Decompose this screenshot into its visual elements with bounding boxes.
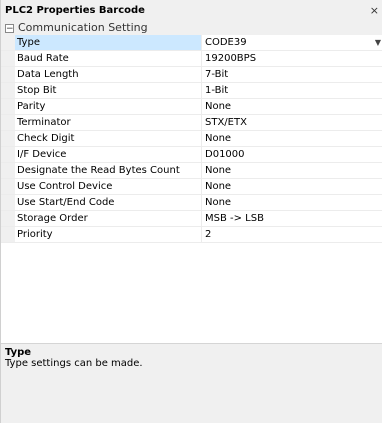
property-name: Check Digit [15,131,202,146]
property-grid: − Communication Setting Type CODE39 ▼ Ba… [1,21,382,343]
property-name: Storage Order [15,211,202,226]
property-value[interactable]: 19200BPS [202,51,382,66]
property-name: Terminator [15,115,202,130]
property-value[interactable]: None [202,131,382,146]
category-communication-setting[interactable]: − Communication Setting [1,21,382,35]
property-row-check-digit[interactable]: Check Digit None [1,131,382,147]
property-value[interactable]: STX/ETX [202,115,382,130]
property-value[interactable]: 7-Bit [202,67,382,82]
property-row-type[interactable]: Type CODE39 ▼ [1,35,382,51]
property-row-baud-rate[interactable]: Baud Rate 19200BPS [1,51,382,67]
property-value[interactable]: None [202,179,382,194]
property-name: Use Start/End Code [15,195,202,210]
property-value[interactable]: D01000 [202,147,382,162]
property-name: Designate the Read Bytes Count [15,163,202,178]
property-value[interactable]: None [202,195,382,210]
property-value: CODE39 [205,37,247,48]
window-title: PLC2 Properties Barcode [5,5,145,16]
property-row-terminator[interactable]: Terminator STX/ETX [1,115,382,131]
property-row-parity[interactable]: Parity None [1,99,382,115]
description-text: Type settings can be made. [5,358,143,369]
property-row-stop-bit[interactable]: Stop Bit 1-Bit [1,83,382,99]
close-icon[interactable]: × [370,0,379,21]
description-title: Type [5,347,32,358]
property-name: I/F Device [15,147,202,162]
property-value[interactable]: 2 [202,227,382,242]
property-name: Type [15,35,202,50]
property-name: Use Control Device [15,179,202,194]
collapse-icon[interactable]: − [5,23,14,33]
property-row-if-device[interactable]: I/F Device D01000 [1,147,382,163]
property-row-priority[interactable]: Priority 2 [1,227,382,243]
property-value[interactable]: 1-Bit [202,83,382,98]
chevron-down-icon[interactable]: ▼ [375,35,381,50]
property-name: Priority [15,227,202,242]
property-rows: Type CODE39 ▼ Baud Rate 19200BPS Data Le… [1,35,382,243]
property-value[interactable]: MSB -> LSB [202,211,382,226]
category-label: Communication Setting [18,21,148,34]
property-name: Parity [15,99,202,114]
property-name: Stop Bit [15,83,202,98]
window-titlebar: PLC2 Properties Barcode × [1,0,382,21]
properties-window: PLC2 Properties Barcode × − Communicatio… [0,0,382,423]
property-row-data-length[interactable]: Data Length 7-Bit [1,67,382,83]
property-row-use-control-device[interactable]: Use Control Device None [1,179,382,195]
property-row-start-end-code[interactable]: Use Start/End Code None [1,195,382,211]
property-name: Data Length [15,67,202,82]
property-name: Baud Rate [15,51,202,66]
property-value[interactable]: None [202,163,382,178]
property-value[interactable]: None [202,99,382,114]
description-panel: Type Type settings can be made. [1,343,382,423]
type-dropdown[interactable]: CODE39 ▼ [202,35,382,50]
property-row-read-bytes-count[interactable]: Designate the Read Bytes Count None [1,163,382,179]
property-row-storage-order[interactable]: Storage Order MSB -> LSB [1,211,382,227]
